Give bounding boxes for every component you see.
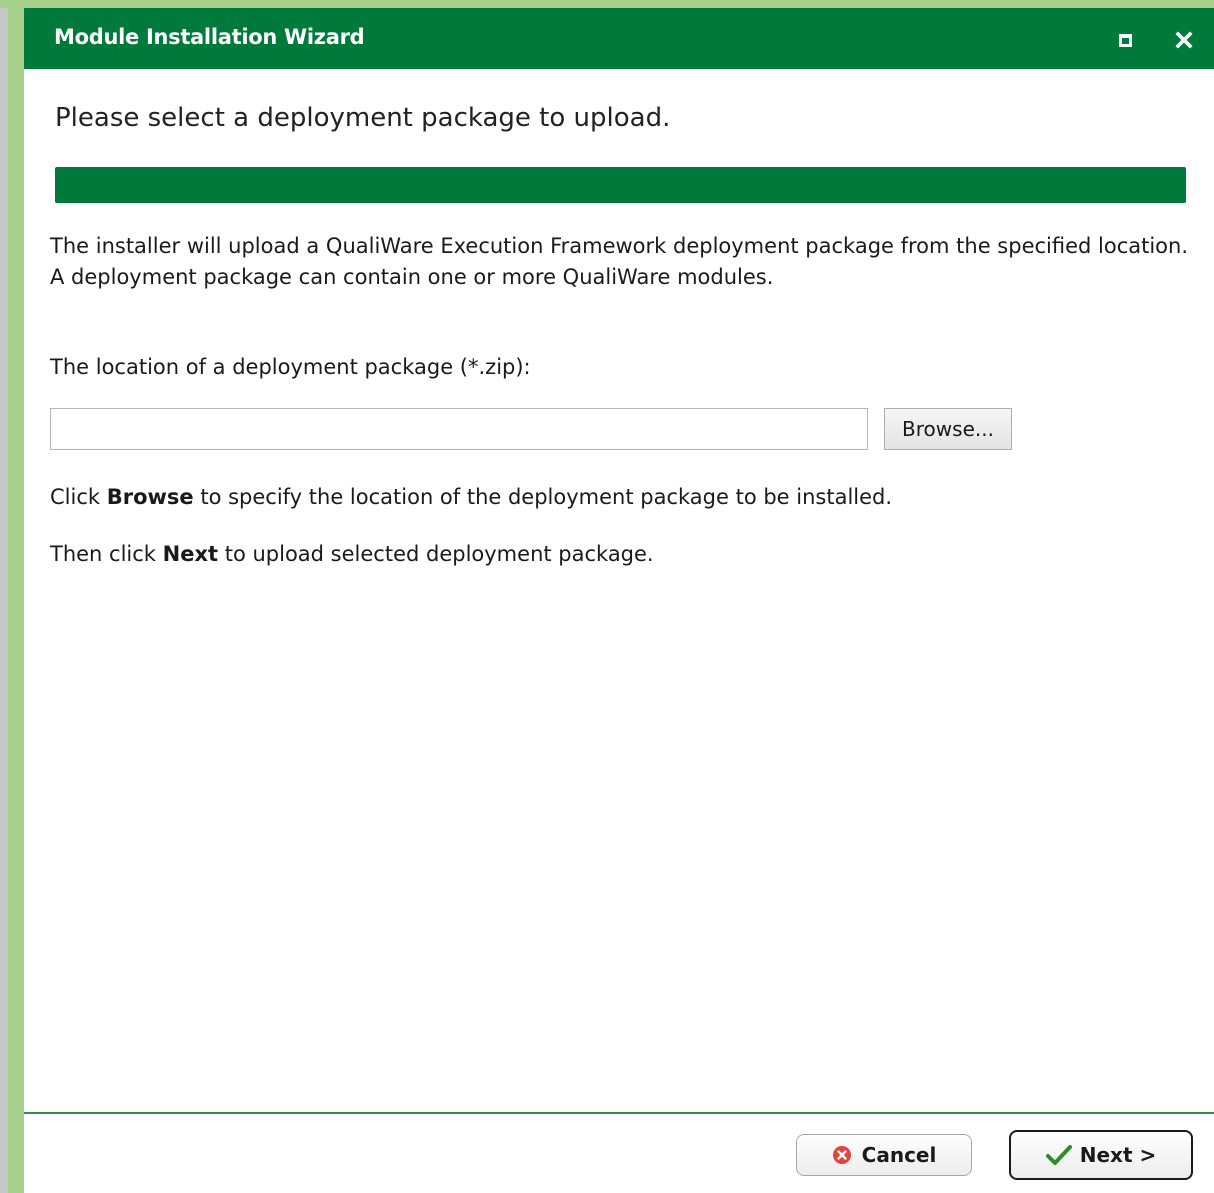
browse-hint: Click Browse to specify the location of …	[50, 482, 892, 513]
step-heading: Please select a deployment package to up…	[55, 103, 671, 133]
cancel-circle-icon	[832, 1145, 852, 1165]
next-hint-keyword: Next	[162, 542, 219, 566]
window-title: Module Installation Wizard	[54, 25, 365, 49]
progress-bar-fill	[55, 167, 1186, 203]
package-location-input[interactable]	[50, 408, 868, 450]
footer-divider	[24, 1112, 1214, 1114]
background-window-edge	[0, 0, 8, 1193]
intro-line-1: The installer will upload a QualiWare Ex…	[50, 234, 1189, 258]
cancel-button-label: Cancel	[861, 1143, 937, 1167]
intro-text: The installer will upload a QualiWare Ex…	[50, 231, 1190, 293]
browse-hint-prefix: Click	[50, 485, 107, 509]
next-hint-suffix: to upload selected deployment package.	[218, 542, 654, 566]
next-hint: Then click Next to upload selected deplo…	[50, 539, 654, 570]
page: Module Installation Wizard Please select…	[0, 0, 1214, 1193]
intro-line-2: A deployment package can contain one or …	[50, 265, 774, 289]
next-button[interactable]: Next >	[1009, 1130, 1193, 1180]
maximize-icon[interactable]	[1119, 34, 1132, 47]
background-window-border	[8, 0, 24, 1193]
progress-bar	[55, 167, 1186, 203]
title-bar[interactable]: Module Installation Wizard	[24, 8, 1214, 69]
cancel-button[interactable]: Cancel	[796, 1134, 972, 1176]
close-icon[interactable]	[1172, 28, 1196, 52]
wizard-dialog: Module Installation Wizard Please select…	[24, 8, 1214, 1193]
browse-hint-suffix: to specify the location of the deploymen…	[193, 485, 893, 509]
browse-hint-keyword: Browse	[106, 485, 194, 509]
next-button-label: Next >	[1079, 1143, 1157, 1167]
next-hint-prefix: Then click	[50, 542, 163, 566]
browse-button[interactable]: Browse...	[884, 408, 1012, 450]
location-label: The location of a deployment package (*.…	[50, 355, 531, 379]
background-top-border	[0, 0, 1214, 8]
checkmark-icon	[1045, 1144, 1072, 1166]
